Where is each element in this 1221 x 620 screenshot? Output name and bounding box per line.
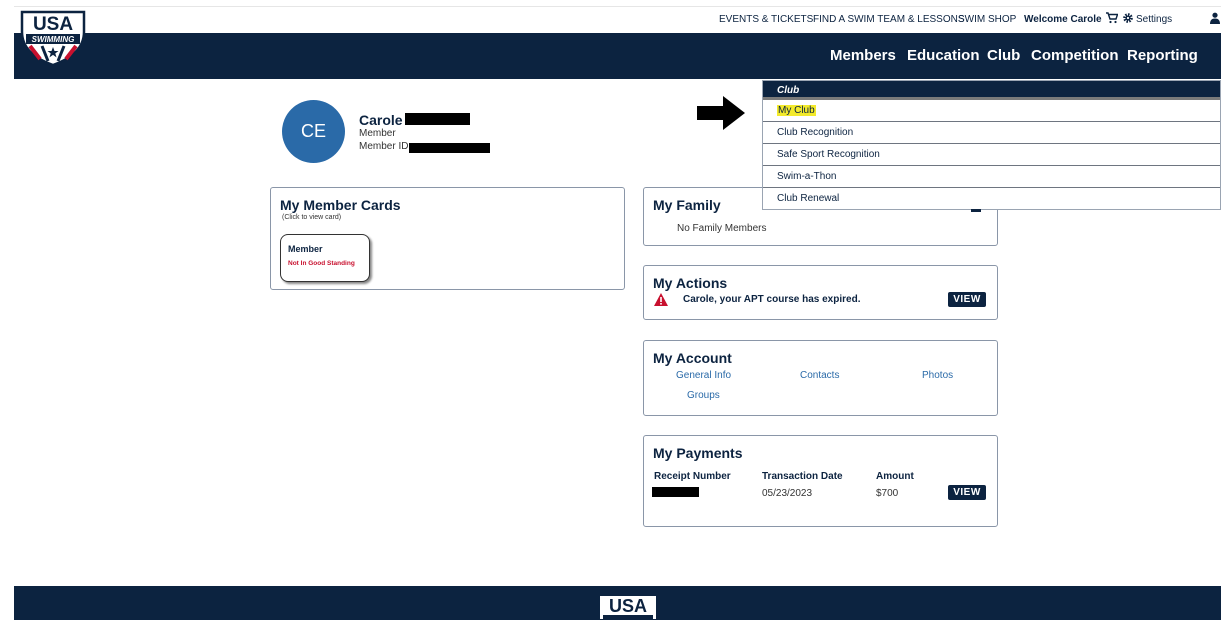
warning-icon [654,293,668,306]
member-cards-hint: (Click to view card) [282,214,342,221]
account-link-photos[interactable]: Photos [922,370,953,381]
payments-title: My Payments [653,445,743,461]
welcome-text: Welcome Carole [1024,14,1102,25]
footer-logo-usa-text: USA [609,596,647,616]
nav-club[interactable]: Club [987,47,1020,64]
dropdown-item-label: Club Renewal [777,193,840,204]
account-link-groups[interactable]: Groups [687,390,720,401]
nav-reporting[interactable]: Reporting [1127,47,1198,64]
payment-view-button[interactable]: VIEW [948,485,986,500]
member-card[interactable]: Member Not In Good Standing [280,234,370,282]
actions-title: My Actions [653,275,728,291]
dropdown-item-label: Safe Sport Recognition [777,149,880,160]
member-card-type: Member [288,244,323,254]
member-name: Carole [359,112,403,128]
club-dropdown-menu: Club My Club Club Recognition Safe Sport… [762,80,1221,210]
nav-competition[interactable]: Competition [1031,47,1119,64]
gear-icon[interactable] [1122,12,1134,24]
user-icon[interactable] [1210,12,1220,24]
redacted-member-id [409,143,490,153]
redacted-last-name [405,113,470,125]
dropdown-item-club-recognition[interactable]: Club Recognition [763,122,1220,144]
dropdown-item-swim-a-thon[interactable]: Swim-a-Thon [763,166,1220,188]
nav-education[interactable]: Education [907,47,980,64]
member-card-status: Not In Good Standing [288,260,355,267]
redacted-receipt-number [652,487,699,497]
cart-icon[interactable] [1106,12,1118,24]
my-payments-panel: My Payments Receipt Number Transaction D… [643,435,998,527]
payment-amount: $700 [876,488,899,499]
my-member-cards-panel: My Member Cards (Click to view card) Mem… [270,187,625,290]
dropdown-item-club-renewal[interactable]: Club Renewal [763,188,1220,210]
family-add-icon[interactable] [971,209,981,212]
dropdown-item-label: My Club [777,105,816,116]
utility-bar: EVENTS & TICKETS FIND A SWIM TEAM & LESS… [14,6,1221,33]
action-view-button[interactable]: VIEW [948,292,986,307]
family-title: My Family [653,197,721,213]
dropdown-item-my-club[interactable]: My Club [763,100,1220,122]
dropdown-item-safe-sport-recognition[interactable]: Safe Sport Recognition [763,144,1220,166]
payment-date: 05/23/2023 [762,488,813,499]
logo-swimming-text: SWIMMING [32,35,75,44]
action-message: Carole, your APT course has expired. [683,294,861,305]
nav-members[interactable]: Members [830,47,896,64]
dropdown-item-label: Swim-a-Thon [777,171,837,182]
account-link-contacts[interactable]: Contacts [800,370,839,381]
my-account-panel: My Account General Info Contacts Photos … [643,340,998,416]
family-empty-text: No Family Members [677,223,767,234]
my-actions-panel: My Actions Carole, your APT course has e… [643,265,998,320]
payments-col-receipt: Receipt Number [654,471,731,482]
settings-link[interactable]: Settings [1136,14,1172,25]
logo-usa-text: USA [33,14,73,35]
account-title: My Account [653,350,732,366]
dropdown-item-label: Club Recognition [777,127,854,138]
member-id-label: Member ID: [359,141,412,152]
arrow-right-icon [697,96,745,130]
swim-shop-link[interactable]: SWIM SHOP [958,14,1016,25]
payments-col-amount: Amount [876,471,914,482]
page: EVENTS & TICKETS FIND A SWIM TEAM & LESS… [0,0,1221,620]
payments-col-date: Transaction Date [762,471,843,482]
main-nav: Members Education Club Competition Repor… [14,33,1221,79]
account-link-general-info[interactable]: General Info [676,370,731,381]
member-role: Member [359,128,396,139]
events-tickets-link[interactable]: EVENTS & TICKETS [719,14,813,25]
avatar: CE [282,100,345,163]
member-cards-title: My Member Cards [280,197,401,213]
footer-logo[interactable]: USA [596,594,660,620]
find-swim-team-link[interactable]: FIND A SWIM TEAM & LESSONS [813,14,965,25]
usa-swimming-logo[interactable]: USA SWIMMING [18,10,88,66]
dropdown-header: Club [763,81,1220,100]
